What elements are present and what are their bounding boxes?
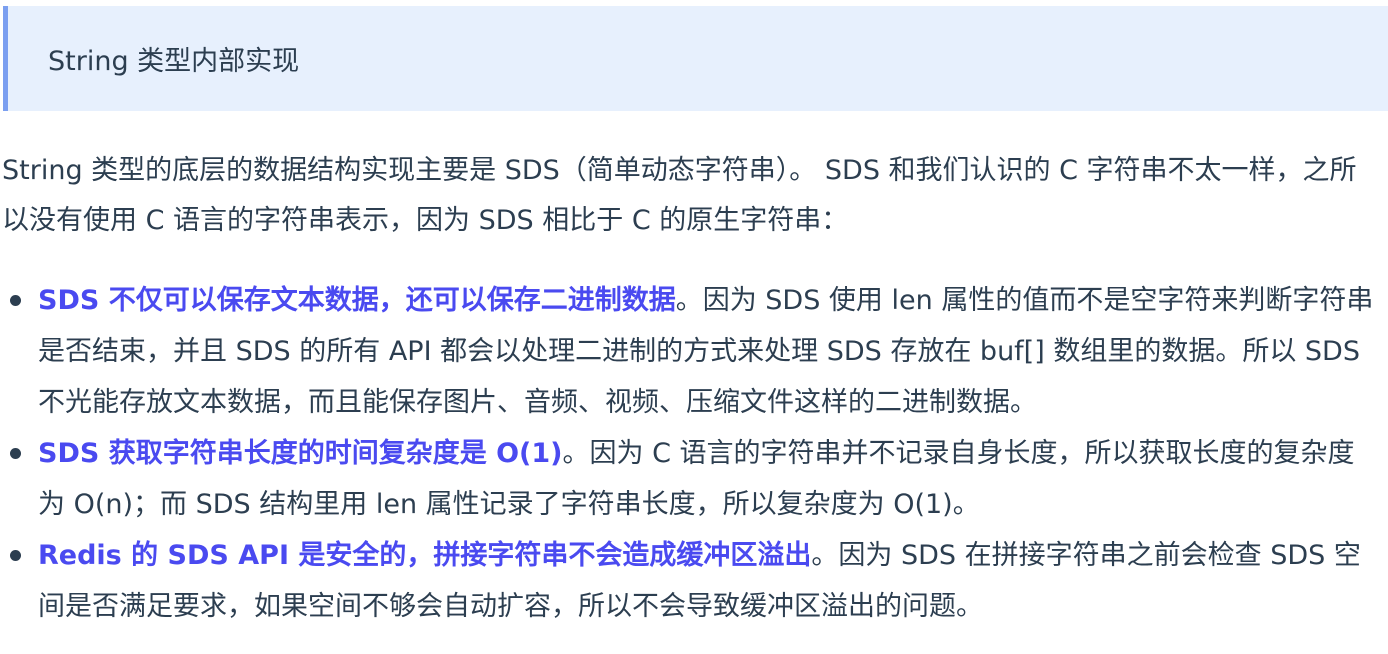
list-item: Redis 的 SDS API 是安全的，拼接字符串不会造成缓冲区溢出。因为 S… [0, 530, 1378, 632]
bullet-highlight: SDS 不仅可以保存文本数据，还可以保存二进制数据 [38, 285, 676, 316]
bullet-highlight: Redis 的 SDS API 是安全的，拼接字符串不会造成缓冲区溢出 [38, 540, 812, 571]
bullet-dot-icon [10, 295, 21, 306]
callout-box: String 类型内部实现 [3, 6, 1388, 111]
list-item: SDS 获取字符串长度的时间复杂度是 O(1)。因为 C 语言的字符串并不记录自… [0, 428, 1378, 530]
bullet-dot-icon [10, 448, 21, 459]
bullet-dot-icon [10, 550, 21, 561]
intro-paragraph: String 类型的底层的数据结构实现主要是 SDS（简单动态字符串）。 SDS… [2, 155, 1357, 236]
callout-title: String 类型内部实现 [48, 46, 300, 77]
feature-list: SDS 不仅可以保存文本数据，还可以保存二进制数据。因为 SDS 使用 len … [0, 275, 1388, 632]
list-item: SDS 不仅可以保存文本数据，还可以保存二进制数据。因为 SDS 使用 len … [0, 275, 1378, 428]
bullet-highlight: SDS 获取字符串长度的时间复杂度是 O(1) [38, 438, 563, 469]
